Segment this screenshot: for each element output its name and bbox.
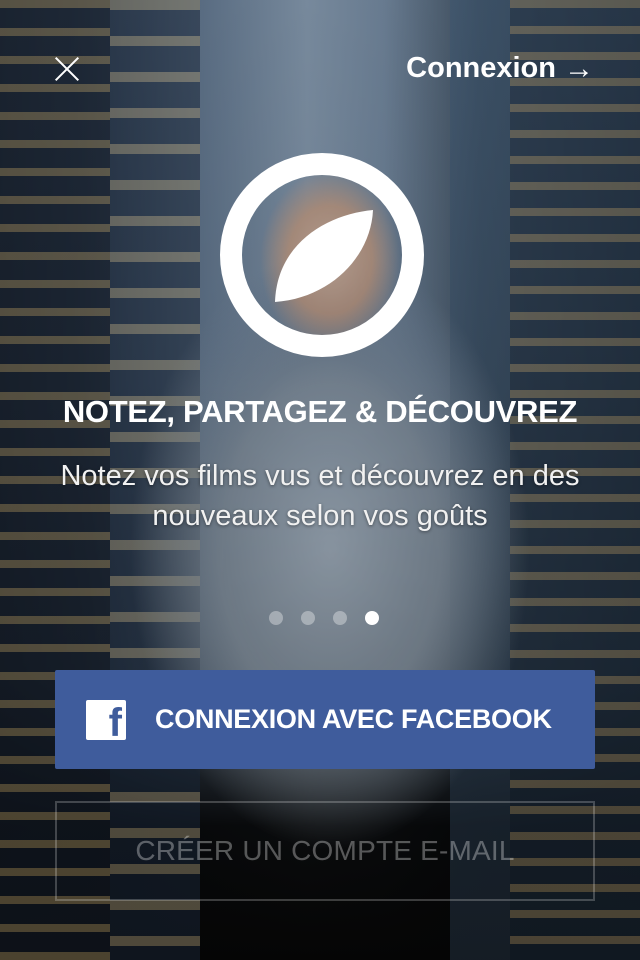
facebook-icon: f: [86, 699, 126, 745]
facebook-login-button[interactable]: f CONNEXION AVEC FACEBOOK: [55, 670, 595, 769]
subtitle: Notez vos films vus et découvrez en des …: [60, 460, 580, 532]
headline: NOTEZ, PARTAGEZ & DÉCOUVREZ: [62, 394, 578, 429]
facebook-icon-glyph: f: [108, 700, 122, 745]
facebook-login-label: CONNEXION AVEC FACEBOOK: [155, 704, 552, 734]
page-dot-1[interactable]: [269, 611, 283, 625]
create-email-account-label: CRÉER UN COMPTE E-MAIL: [135, 835, 515, 866]
arrow-right-icon: →: [564, 51, 594, 85]
login-link[interactable]: Connexion →: [406, 52, 594, 85]
login-label: Connexion: [406, 52, 556, 84]
create-email-account-button[interactable]: CRÉER UN COMPTE E-MAIL: [55, 801, 595, 901]
page-indicator: [0, 611, 640, 625]
page-dot-4-active[interactable]: [365, 611, 379, 625]
close-icon[interactable]: [52, 54, 82, 84]
page-dot-2[interactable]: [301, 611, 315, 625]
compass-icon: [220, 153, 424, 357]
page-dot-3[interactable]: [333, 611, 347, 625]
